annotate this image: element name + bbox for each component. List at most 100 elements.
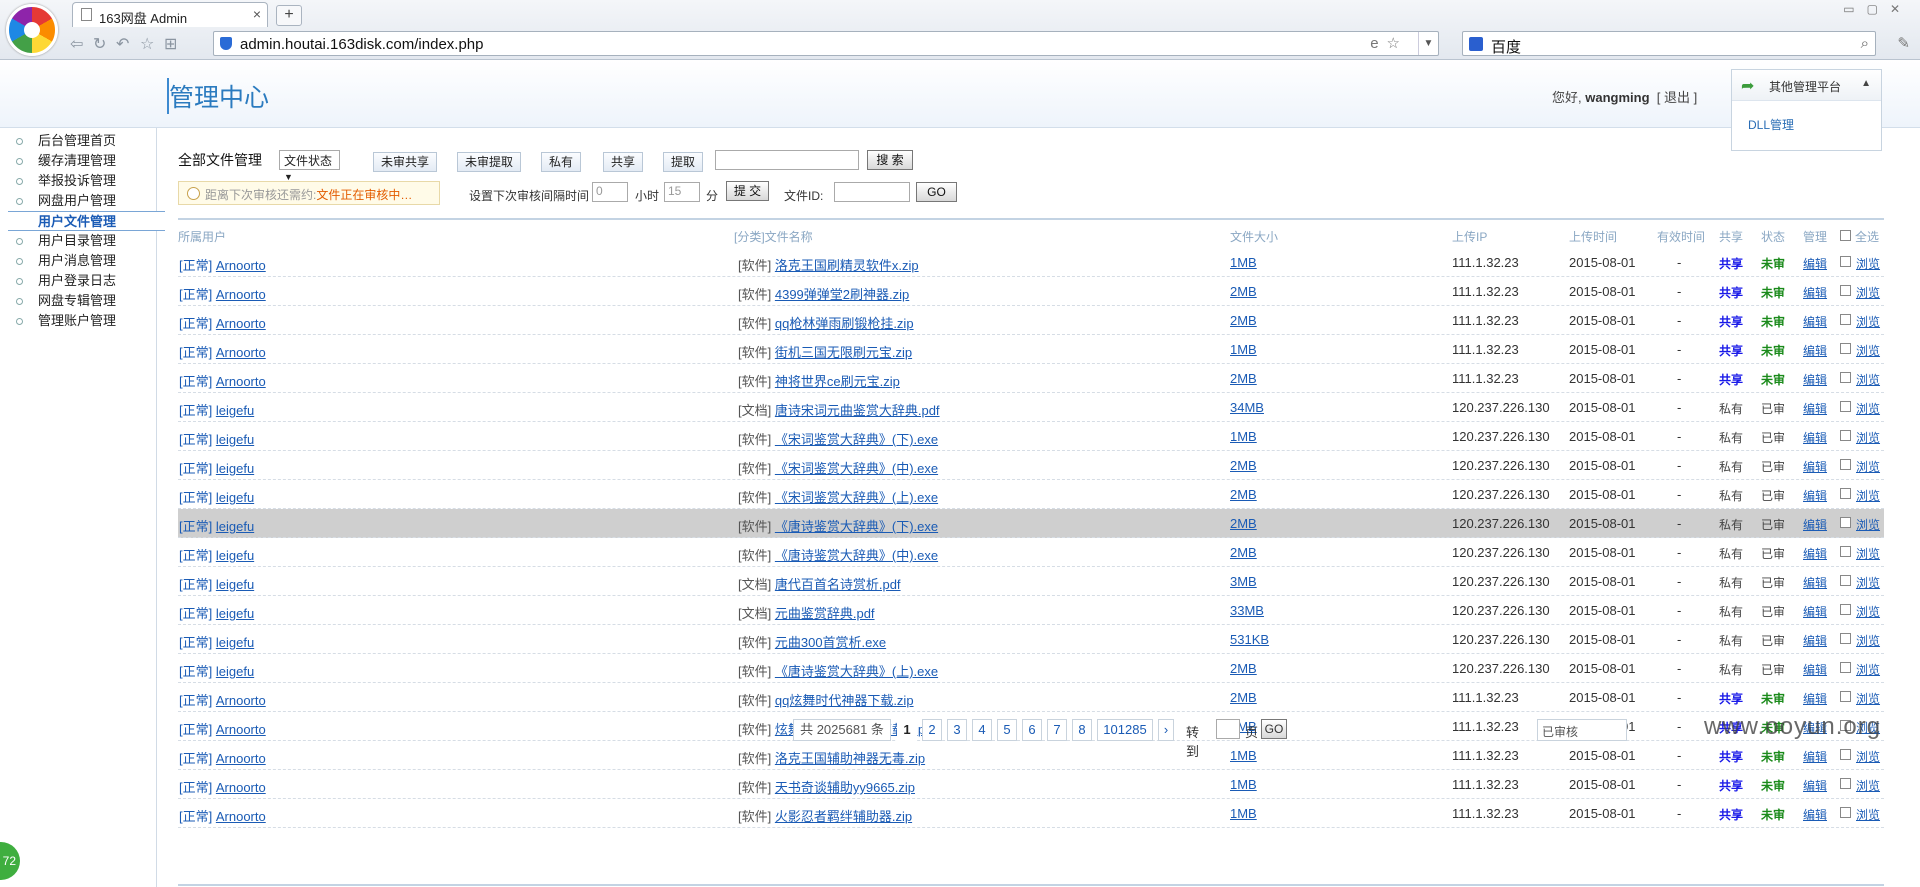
select-all-checkbox[interactable] — [1840, 230, 1851, 241]
file-link[interactable]: qq枪林弹雨刷锻枪挂.zip — [775, 316, 914, 331]
user-link[interactable]: Arnoorto — [216, 316, 266, 331]
size-link[interactable]: 2MB — [1230, 284, 1257, 299]
edit-link[interactable]: 编辑 — [1803, 661, 1827, 678]
address-dropdown-icon[interactable]: ▼ — [1418, 32, 1438, 55]
view-link[interactable]: 浏览 — [1856, 371, 1880, 388]
address-bar-icons[interactable]: e☆ — [1370, 34, 1408, 52]
status-tag[interactable]: [正常] — [179, 345, 212, 360]
file-link[interactable]: 洛克王国刷精灵软件x.zip — [775, 258, 919, 273]
status-tag[interactable]: [正常] — [179, 403, 212, 418]
user-link[interactable]: Arnoorto — [216, 780, 266, 795]
user-link[interactable]: Arnoorto — [216, 722, 266, 737]
size-link[interactable]: 2MB — [1230, 545, 1257, 560]
size-link[interactable]: 1MB — [1230, 342, 1257, 357]
edit-link[interactable]: 编辑 — [1803, 284, 1827, 301]
view-link[interactable]: 浏览 — [1856, 690, 1880, 707]
view-link[interactable]: 浏览 — [1856, 313, 1880, 330]
page-link[interactable]: 4 — [972, 719, 992, 741]
file-link[interactable]: 火影忍者羁绊辅助器.zip — [775, 809, 912, 824]
edit-link[interactable]: 编辑 — [1803, 429, 1827, 446]
go-button[interactable]: GO — [916, 182, 957, 202]
file-link[interactable]: 《宋词鉴赏大辞典》(上).exe — [775, 490, 938, 505]
page-link[interactable]: 2 — [922, 719, 942, 741]
edit-link[interactable]: 编辑 — [1803, 690, 1827, 707]
search-engine-label[interactable]: 百度 — [1491, 36, 1521, 57]
row-checkbox[interactable] — [1840, 749, 1851, 760]
row-checkbox[interactable] — [1840, 488, 1851, 499]
file-id-input[interactable] — [834, 182, 910, 202]
size-link[interactable]: 1MB — [1230, 429, 1257, 444]
user-link[interactable]: leigefu — [216, 577, 254, 592]
status-tag[interactable]: [正常] — [179, 490, 212, 505]
review-filter-select[interactable]: 已审核 — [1537, 719, 1627, 741]
size-link[interactable]: 1MB — [1230, 806, 1257, 821]
size-link[interactable]: 1MB — [1230, 748, 1257, 763]
user-link[interactable]: Arnoorto — [216, 258, 266, 273]
file-link[interactable]: 《唐诗鉴赏大辞典》(下).exe — [775, 519, 938, 534]
edit-link[interactable]: 编辑 — [1803, 487, 1827, 504]
view-link[interactable]: 浏览 — [1856, 574, 1880, 591]
view-link[interactable]: 浏览 — [1856, 777, 1880, 794]
tab-close-icon[interactable]: × — [253, 6, 261, 22]
edit-link[interactable]: 编辑 — [1803, 342, 1827, 359]
file-link[interactable]: 元曲鉴赏辞典.pdf — [775, 606, 875, 621]
unreviewed-extract-button[interactable]: 未审提取 — [457, 152, 521, 172]
file-link[interactable]: 《唐诗鉴赏大辞典》(上).exe — [775, 664, 938, 679]
view-link[interactable]: 浏览 — [1856, 458, 1880, 475]
bookmark-star-icon[interactable]: ☆ — [1387, 35, 1408, 52]
extract-button[interactable]: 提取 — [663, 152, 703, 172]
view-link[interactable]: 浏览 — [1856, 284, 1880, 301]
edit-link[interactable]: 编辑 — [1803, 371, 1827, 388]
edit-link[interactable]: 编辑 — [1803, 748, 1827, 765]
size-link[interactable]: 34MB — [1230, 400, 1264, 415]
edit-link[interactable]: 编辑 — [1803, 574, 1827, 591]
size-link[interactable]: 1MB — [1230, 777, 1257, 792]
user-link[interactable]: Arnoorto — [216, 809, 266, 824]
row-checkbox[interactable] — [1840, 807, 1851, 818]
row-checkbox[interactable] — [1840, 546, 1851, 557]
edit-link[interactable]: 编辑 — [1803, 313, 1827, 330]
file-link[interactable]: 天书奇谈辅助yy9665.zip — [775, 780, 915, 795]
platform-item-dll[interactable]: DLL管理 — [1748, 116, 1794, 133]
row-checkbox[interactable] — [1840, 517, 1851, 528]
user-link[interactable]: Arnoorto — [216, 374, 266, 389]
file-link[interactable]: 神将世界ce刷元宝.zip — [775, 374, 900, 389]
user-link[interactable]: leigefu — [216, 635, 254, 650]
minimize-icon[interactable]: ▭ — [1843, 2, 1866, 16]
row-checkbox[interactable] — [1840, 459, 1851, 470]
view-link[interactable]: 浏览 — [1856, 748, 1880, 765]
row-checkbox[interactable] — [1840, 430, 1851, 441]
view-link[interactable]: 浏览 — [1856, 806, 1880, 823]
row-checkbox[interactable] — [1840, 604, 1851, 615]
star-icon[interactable]: ☆ — [140, 34, 154, 54]
user-link[interactable]: leigefu — [216, 519, 254, 534]
submit-button[interactable]: 提 交 — [726, 181, 769, 201]
search-box[interactable]: 百度 ⌕ — [1462, 31, 1876, 56]
user-link[interactable]: leigefu — [216, 548, 254, 563]
sidebar-item[interactable]: 用户消息管理 — [0, 251, 157, 271]
status-tag[interactable]: [正常] — [179, 780, 212, 795]
view-link[interactable]: 浏览 — [1856, 661, 1880, 678]
user-link[interactable]: leigefu — [216, 403, 254, 418]
ie-icon[interactable]: e — [1370, 35, 1386, 52]
jump-page-input[interactable] — [1216, 719, 1240, 739]
file-link[interactable]: 洛克王国辅助神器无毒.zip — [775, 751, 925, 766]
sidebar-item[interactable]: 举报投诉管理 — [0, 171, 157, 191]
status-tag[interactable]: [正常] — [179, 635, 212, 650]
back-icon[interactable]: ⇦ — [70, 34, 83, 54]
file-link[interactable]: qq炫舞时代神器下载.zip — [775, 693, 914, 708]
view-link[interactable]: 浏览 — [1856, 545, 1880, 562]
page-link[interactable]: 5 — [997, 719, 1017, 741]
file-link[interactable]: 街机三国无限刷元宝.zip — [775, 345, 912, 360]
sidebar-item[interactable]: 网盘专辑管理 — [0, 291, 157, 311]
page-link[interactable]: 1 — [897, 719, 917, 741]
view-link[interactable]: 浏览 — [1856, 400, 1880, 417]
view-link[interactable]: 浏览 — [1856, 603, 1880, 620]
file-link[interactable]: 《宋词鉴赏大辞典》(中).exe — [775, 461, 938, 476]
address-bar[interactable]: admin.houtai.163disk.com/index.php e☆ ▼ — [213, 31, 1439, 56]
size-link[interactable]: 2MB — [1230, 516, 1257, 531]
status-tag[interactable]: [正常] — [179, 751, 212, 766]
user-link[interactable]: leigefu — [216, 664, 254, 679]
size-link[interactable]: 33MB — [1230, 603, 1264, 618]
row-checkbox[interactable] — [1840, 662, 1851, 673]
